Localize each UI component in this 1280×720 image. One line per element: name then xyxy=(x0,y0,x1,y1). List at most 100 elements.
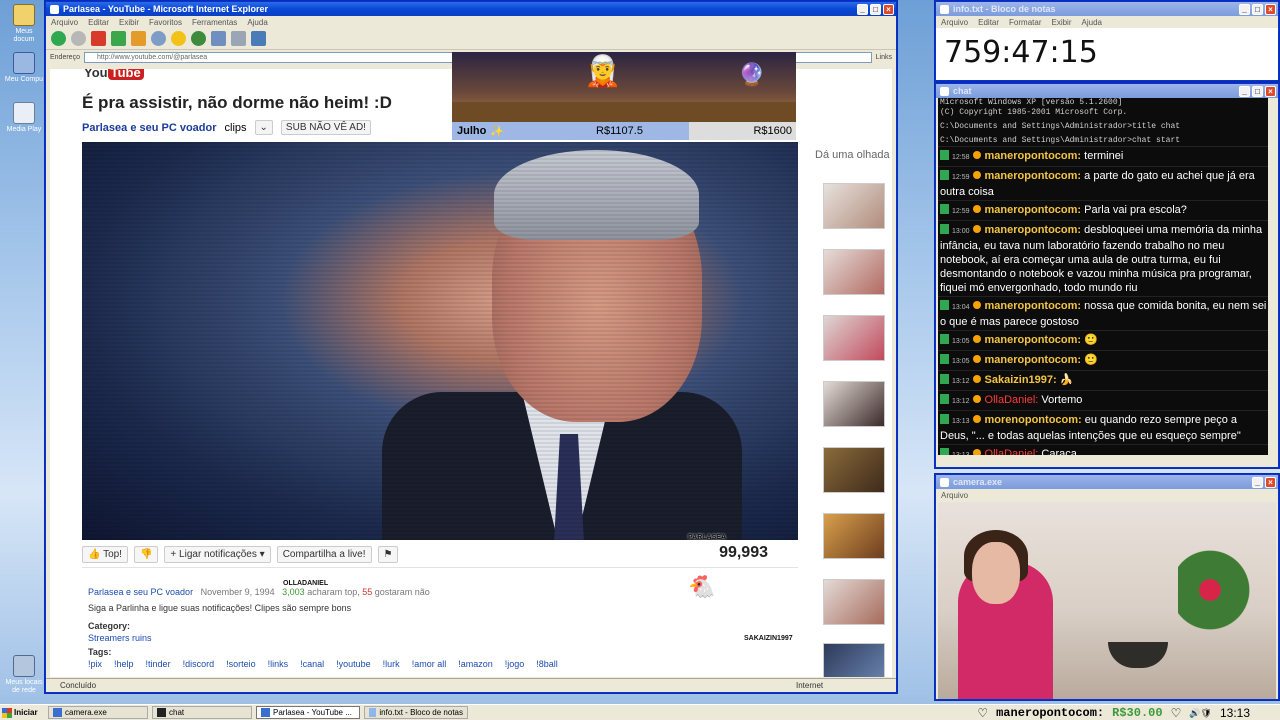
chevron-down-icon[interactable]: ⌄ xyxy=(254,120,273,135)
print-icon[interactable] xyxy=(231,31,246,46)
menu-arquivo[interactable]: Arquivo xyxy=(941,18,968,27)
clips-dropdown[interactable]: clips xyxy=(225,122,247,134)
chat-titlebar[interactable]: chat _ □ × xyxy=(936,84,1278,98)
menu-arquivo[interactable]: Arquivo xyxy=(941,491,968,500)
close-button[interactable]: × xyxy=(1265,85,1276,97)
latest-amount: R$30.00 xyxy=(1112,706,1163,720)
notepad-text[interactable]: 759:47:15 xyxy=(936,28,1278,80)
camera-window: camera.exe _ × Arquivo xyxy=(935,474,1279,700)
video-player[interactable] xyxy=(82,142,798,540)
notify-button[interactable]: + Ligar notificações ▾ xyxy=(164,545,271,563)
share-button[interactable]: Compartilha a live! xyxy=(276,545,372,563)
tag-link[interactable]: !help xyxy=(114,658,134,670)
chat-vertical-scrollbar[interactable] xyxy=(1268,98,1278,455)
links-label[interactable]: Links xyxy=(876,54,892,61)
menu-ferramentas[interactable]: Ferramentas xyxy=(192,18,237,27)
related-video-thumb[interactable] xyxy=(823,513,885,559)
tray-icons[interactable]: 🔊🛡 xyxy=(1189,708,1212,719)
chat-username[interactable]: OllaDaniel: xyxy=(985,448,1039,455)
like-button[interactable]: 👍 Top! xyxy=(82,545,128,563)
chat-username[interactable]: maneropontocom: xyxy=(985,204,1082,216)
chat-username[interactable]: maneropontocom: xyxy=(985,300,1082,312)
history-icon[interactable] xyxy=(191,31,206,46)
back-icon[interactable] xyxy=(51,31,66,46)
desktop-icon-computer[interactable]: Meu Compu xyxy=(4,52,44,84)
dislike-button[interactable]: 👎 xyxy=(133,545,159,563)
menu-exibir[interactable]: Exibir xyxy=(1051,18,1071,27)
subscribe-button[interactable]: SUB NÃO VÊ AD! xyxy=(280,120,371,135)
category-link[interactable]: Streamers ruins xyxy=(88,632,792,644)
tag-link[interactable]: !links xyxy=(268,658,289,670)
related-video-thumb[interactable] xyxy=(823,643,885,677)
maximize-button[interactable]: □ xyxy=(870,3,881,15)
desktop-icon-media-player[interactable]: Media Play xyxy=(4,102,44,134)
start-button[interactable]: Iniciar xyxy=(2,706,44,720)
chat-username[interactable]: maneropontocom: xyxy=(985,354,1082,366)
menu-formatar[interactable]: Formatar xyxy=(1009,18,1041,27)
menu-favoritos[interactable]: Favoritos xyxy=(149,18,182,27)
related-video-thumb[interactable] xyxy=(823,315,885,361)
task-chat[interactable]: chat xyxy=(152,706,252,719)
tag-link[interactable]: !youtube xyxy=(336,658,371,670)
channel-name-link[interactable]: Parlasea e seu PC voador xyxy=(82,122,217,134)
tag-link[interactable]: !lurk xyxy=(383,658,400,670)
messenger-icon[interactable] xyxy=(251,31,266,46)
minimize-button[interactable]: _ xyxy=(857,3,868,15)
task-ie[interactable]: Parlasea - YouTube ... xyxy=(256,706,360,719)
task-notepad[interactable]: info.txt - Bloco de notas xyxy=(364,706,468,719)
menu-arquivo[interactable]: Arquivo xyxy=(51,18,78,27)
menu-ajuda[interactable]: Ajuda xyxy=(247,18,267,27)
tag-link[interactable]: !tinder xyxy=(146,658,171,670)
tag-link[interactable]: !discord xyxy=(183,658,215,670)
minimize-button[interactable]: _ xyxy=(1252,476,1263,488)
camera-titlebar[interactable]: camera.exe _ × xyxy=(936,475,1278,489)
close-button[interactable]: × xyxy=(883,3,894,15)
tag-link[interactable]: !sorteio xyxy=(226,658,256,670)
mail-icon[interactable] xyxy=(211,31,226,46)
minimize-button[interactable]: _ xyxy=(1239,3,1250,15)
close-button[interactable]: × xyxy=(1265,3,1276,15)
refresh-icon[interactable] xyxy=(111,31,126,46)
chat-username[interactable]: maneropontocom: xyxy=(985,224,1082,236)
close-button[interactable]: × xyxy=(1265,476,1276,488)
desc-channel-link[interactable]: Parlasea e seu PC voador xyxy=(88,587,193,597)
chat-username[interactable]: morenopontocom: xyxy=(985,414,1082,426)
chat-username[interactable]: maneropontocom: xyxy=(985,150,1082,162)
desktop-icon-network[interactable]: Meus locais de rede xyxy=(4,655,44,695)
menu-editar[interactable]: Editar xyxy=(88,18,109,27)
related-video-thumb[interactable] xyxy=(823,183,885,229)
ie-titlebar[interactable]: Parlasea - YouTube - Microsoft Internet … xyxy=(46,2,896,16)
desktop-icon-documents[interactable]: Meus docum xyxy=(4,4,44,44)
flag-icon[interactable]: ⚑ xyxy=(377,545,399,563)
maximize-button[interactable]: □ xyxy=(1252,85,1263,97)
favorites-icon[interactable] xyxy=(171,31,186,46)
tag-link[interactable]: !pix xyxy=(88,658,102,670)
chat-username[interactable]: OllaDaniel: xyxy=(985,394,1039,406)
menu-exibir[interactable]: Exibir xyxy=(119,18,139,27)
chat-username[interactable]: maneropontocom: xyxy=(985,334,1082,346)
search-icon[interactable] xyxy=(151,31,166,46)
related-video-thumb[interactable] xyxy=(823,579,885,625)
tag-link[interactable]: !canal xyxy=(300,658,324,670)
ie-icon xyxy=(50,4,59,14)
menu-editar[interactable]: Editar xyxy=(978,18,999,27)
related-video-thumb[interactable] xyxy=(823,447,885,493)
tag-link[interactable]: !amazon xyxy=(458,658,493,670)
tag-link[interactable]: !jogo xyxy=(505,658,525,670)
forward-icon[interactable] xyxy=(71,31,86,46)
chat-username[interactable]: maneropontocom: xyxy=(985,170,1082,182)
maximize-button[interactable]: □ xyxy=(1252,3,1263,15)
task-camera[interactable]: camera.exe xyxy=(48,706,148,719)
notepad-titlebar[interactable]: info.txt - Bloco de notas _ □ × xyxy=(936,2,1278,16)
minimize-button[interactable]: _ xyxy=(1239,85,1250,97)
tag-link[interactable]: !8ball xyxy=(536,658,558,670)
chat-horizontal-scrollbar[interactable] xyxy=(938,455,1270,467)
stop-icon[interactable] xyxy=(91,31,106,46)
tag-link[interactable]: !amor all xyxy=(412,658,447,670)
chat-username[interactable]: Sakaizin1997: xyxy=(985,374,1057,386)
related-video-thumb[interactable] xyxy=(823,381,885,427)
home-icon[interactable] xyxy=(131,31,146,46)
related-video-thumb[interactable] xyxy=(823,249,885,295)
youtube-logo[interactable]: You Tube xyxy=(84,69,144,80)
menu-ajuda[interactable]: Ajuda xyxy=(1082,18,1102,27)
